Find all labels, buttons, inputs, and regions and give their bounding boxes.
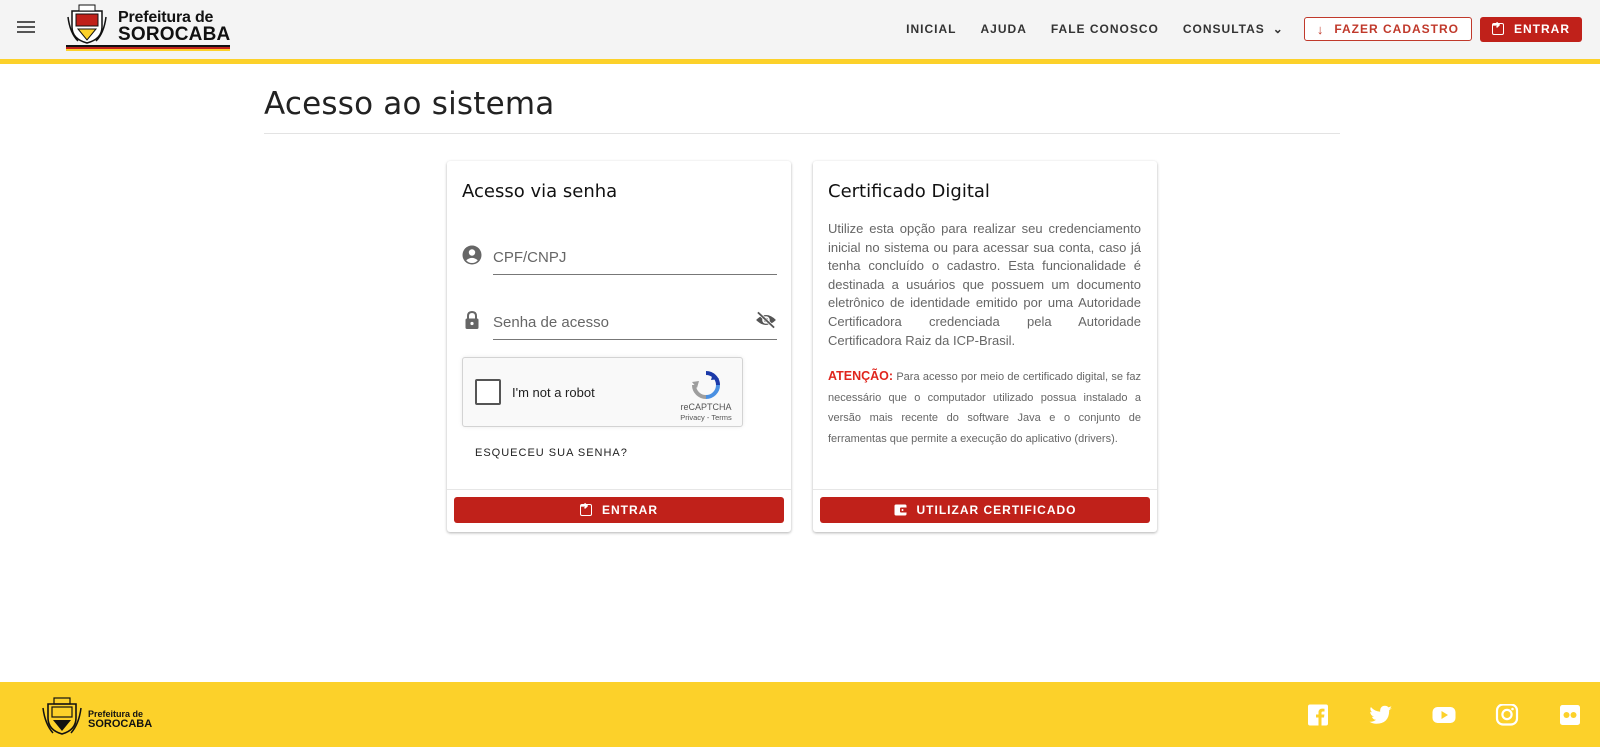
recaptcha-label: I'm not a robot bbox=[512, 385, 595, 400]
top-nav: INICIAL AJUDA FALE CONOSCO CONSULTAS ⌄ ↓… bbox=[894, 0, 1600, 58]
recaptcha-logo-icon bbox=[692, 371, 720, 399]
facebook-icon[interactable] bbox=[1306, 704, 1330, 726]
card-footer-divider bbox=[447, 489, 791, 490]
password-input[interactable] bbox=[493, 302, 777, 340]
card-footer-divider bbox=[813, 489, 1157, 490]
recaptcha-checkbox[interactable] bbox=[475, 379, 501, 405]
footer-logo[interactable]: Prefeitura de SOROCABA bbox=[40, 696, 160, 736]
recaptcha-widget: I'm not a robot reCAPTCHA Privacy - Term… bbox=[462, 357, 743, 427]
certificate-attention-note: ATENÇÃO: Para acesso por meio de certifi… bbox=[828, 366, 1141, 449]
logo-line2: SOROCABA bbox=[118, 24, 231, 45]
attention-label: ATENÇÃO: bbox=[828, 369, 894, 383]
nav-consultas-label: CONSULTAS bbox=[1182, 22, 1265, 36]
youtube-icon[interactable] bbox=[1432, 704, 1456, 726]
password-login-card: Acesso via senha I'm not a robot bbox=[447, 161, 791, 532]
password-card-title: Acesso via senha bbox=[462, 181, 618, 202]
account-circle-icon bbox=[462, 245, 482, 265]
header-login-label: ENTRAR bbox=[1514, 22, 1570, 36]
certificate-submit-label: UTILIZAR CERTIFICADO bbox=[916, 503, 1077, 517]
nav-consultas[interactable]: CONSULTAS ⌄ bbox=[1171, 22, 1296, 36]
hamburger-menu-icon[interactable] bbox=[14, 18, 38, 42]
top-header: Prefeitura de SOROCABA INICIAL AJUDA FAL… bbox=[0, 0, 1600, 60]
instagram-icon[interactable] bbox=[1495, 704, 1519, 726]
flickr-icon[interactable] bbox=[1558, 704, 1582, 726]
password-login-submit-button[interactable]: ENTRAR bbox=[454, 497, 784, 523]
header-login-button[interactable]: ENTRAR bbox=[1480, 16, 1582, 42]
login-icon bbox=[580, 501, 592, 516]
wallet-icon bbox=[894, 504, 907, 516]
password-field bbox=[462, 302, 777, 342]
title-divider bbox=[264, 133, 1340, 134]
visibility-off-icon[interactable] bbox=[755, 311, 777, 329]
use-certificate-button[interactable]: UTILIZAR CERTIFICADO bbox=[820, 497, 1150, 523]
city-crest-icon bbox=[42, 697, 82, 735]
cpf-cnpj-input[interactable] bbox=[493, 237, 777, 275]
register-button-label: FAZER CADASTRO bbox=[1334, 22, 1459, 36]
header-yellow-stripe bbox=[0, 59, 1600, 64]
twitter-icon[interactable] bbox=[1369, 704, 1393, 726]
certificate-card-title: Certificado Digital bbox=[828, 181, 990, 202]
cpf-field bbox=[462, 237, 777, 277]
login-icon bbox=[1492, 20, 1504, 35]
password-submit-label: ENTRAR bbox=[602, 503, 658, 517]
certificate-login-card: Certificado Digital Utilize esta opção p… bbox=[813, 161, 1157, 532]
register-button[interactable]: ↓ FAZER CADASTRO bbox=[1303, 17, 1472, 41]
nav-fale-conosco[interactable]: FALE CONOSCO bbox=[1039, 22, 1171, 36]
certificate-description: Utilize esta opção para realizar seu cre… bbox=[828, 221, 1141, 348]
page-footer: Prefeitura de SOROCABA bbox=[0, 682, 1600, 747]
footer-logo-line2: SOROCABA bbox=[88, 718, 153, 730]
page-title: Acesso ao sistema bbox=[264, 86, 555, 122]
arrow-down-icon: ↓ bbox=[1316, 21, 1325, 37]
forgot-password-link[interactable]: ESQUECEU SUA SENHA? bbox=[475, 447, 628, 459]
city-crest-icon bbox=[67, 4, 107, 44]
prefeitura-logo[interactable]: Prefeitura de SOROCABA bbox=[66, 3, 236, 51]
chevron-down-icon: ⌄ bbox=[1272, 22, 1284, 36]
recaptcha-brand: reCAPTCHA bbox=[680, 402, 732, 412]
social-links bbox=[1267, 704, 1582, 726]
recaptcha-privacy-terms-link[interactable]: Privacy - Terms bbox=[676, 413, 736, 422]
nav-ajuda[interactable]: AJUDA bbox=[969, 22, 1039, 36]
nav-inicial[interactable]: INICIAL bbox=[894, 22, 968, 36]
lock-icon bbox=[465, 310, 479, 329]
logo-color-bars bbox=[66, 45, 230, 51]
